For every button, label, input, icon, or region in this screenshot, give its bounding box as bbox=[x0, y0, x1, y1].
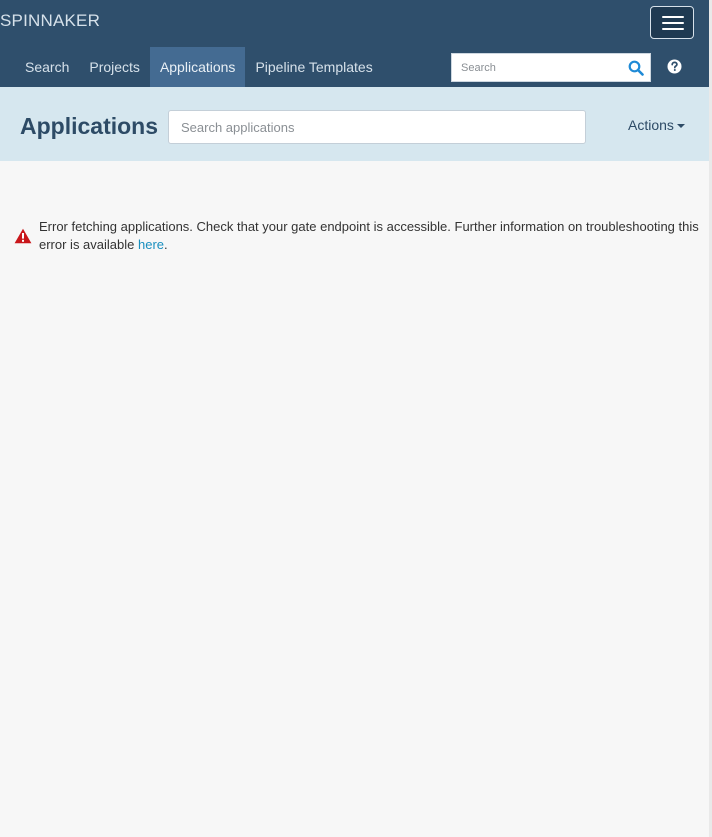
nav-item-pipeline-templates[interactable]: Pipeline Templates bbox=[245, 47, 382, 87]
search-icon[interactable] bbox=[628, 60, 644, 76]
error-message-suffix: . bbox=[164, 237, 168, 252]
nav-item-projects[interactable]: Projects bbox=[79, 47, 150, 87]
nav-item-applications[interactable]: Applications bbox=[149, 47, 246, 87]
application-search-input[interactable] bbox=[168, 110, 586, 144]
help-icon[interactable] bbox=[667, 59, 682, 74]
global-search bbox=[451, 53, 651, 82]
top-navbar: SPINNAKER Search Projects Applications P… bbox=[0, 0, 712, 87]
nav-item-search[interactable]: Search bbox=[15, 47, 79, 87]
hamburger-menu-icon[interactable] bbox=[650, 6, 694, 39]
brand-logo[interactable]: SPINNAKER bbox=[0, 11, 100, 31]
actions-dropdown[interactable]: Actions bbox=[628, 115, 685, 135]
page-title: Applications bbox=[20, 113, 159, 139]
error-message: Error fetching applications. Check that … bbox=[39, 218, 699, 254]
caret-down-icon bbox=[676, 124, 685, 129]
main-nav: Search Projects Applications Pipeline Te… bbox=[15, 47, 383, 87]
actions-label: Actions bbox=[628, 117, 674, 133]
global-search-input[interactable] bbox=[452, 54, 622, 81]
troubleshooting-link[interactable]: here bbox=[138, 237, 164, 252]
warning-icon bbox=[14, 228, 32, 244]
